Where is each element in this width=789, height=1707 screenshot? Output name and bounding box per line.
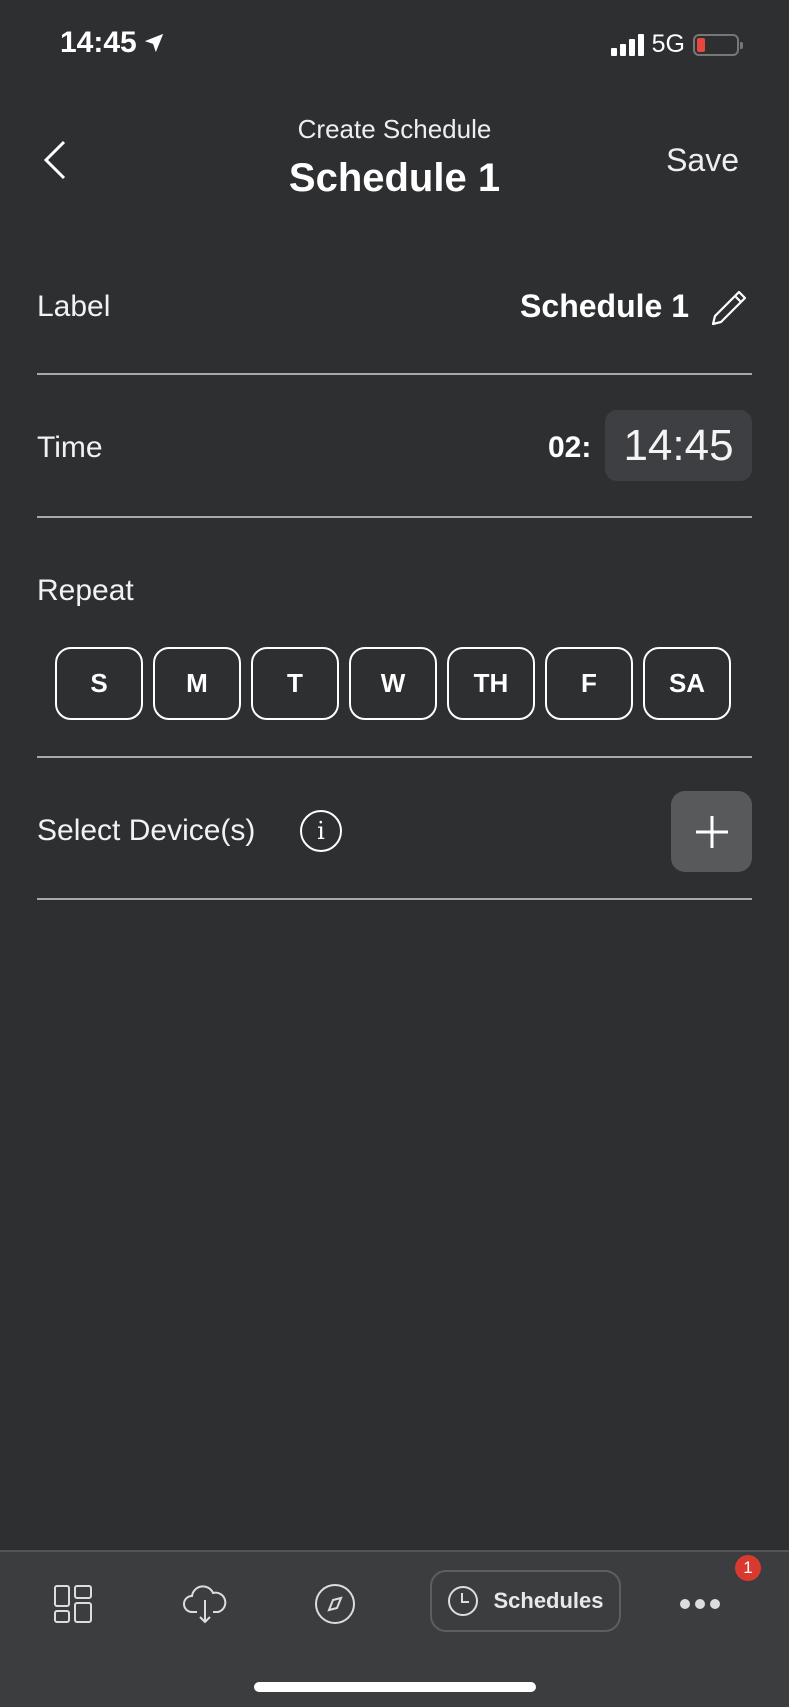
tab-more[interactable] — [675, 1574, 725, 1634]
compass-icon — [315, 1584, 355, 1624]
time-picker-partial[interactable]: 02: — [548, 431, 590, 465]
tab-cloud[interactable] — [178, 1574, 232, 1634]
time-picker[interactable]: 14:45 — [605, 410, 752, 481]
time-field-title: Time — [37, 431, 103, 464]
battery-icon — [693, 33, 743, 56]
status-indicators: 5G — [610, 30, 743, 59]
day-button-thursday[interactable]: TH — [447, 647, 535, 720]
info-icon[interactable]: i — [300, 810, 342, 852]
notification-badge: 1 — [735, 1555, 761, 1581]
save-button[interactable]: Save — [666, 142, 739, 179]
divider — [37, 756, 752, 758]
signal-icon — [610, 33, 644, 56]
label-value[interactable]: Schedule 1 — [520, 288, 689, 325]
more-icon — [680, 1599, 720, 1609]
divider — [37, 898, 752, 900]
day-selector: S M T W TH F SA — [55, 647, 731, 720]
pencil-icon[interactable] — [709, 288, 749, 328]
day-button-wednesday[interactable]: W — [349, 647, 437, 720]
dashboard-icon — [54, 1585, 92, 1623]
label-field-title: Label — [37, 290, 111, 323]
day-button-tuesday[interactable]: T — [251, 647, 339, 720]
tab-dashboard[interactable] — [48, 1574, 98, 1634]
day-button-friday[interactable]: F — [545, 647, 633, 720]
day-button-monday[interactable]: M — [153, 647, 241, 720]
add-device-button[interactable] — [671, 791, 752, 872]
plus-icon — [695, 815, 728, 848]
repeat-title: Repeat — [37, 574, 134, 607]
day-button-sunday[interactable]: S — [55, 647, 143, 720]
select-devices-title: Select Device(s) — [37, 814, 256, 847]
tab-explore[interactable] — [310, 1574, 360, 1634]
home-indicator — [254, 1682, 536, 1692]
day-button-saturday[interactable]: SA — [643, 647, 731, 720]
location-arrow-icon — [144, 33, 163, 53]
network-type: 5G — [651, 30, 685, 58]
tab-label: Schedules — [493, 1588, 604, 1613]
status-time: 14:45 — [60, 26, 165, 60]
tab-schedules[interactable]: Schedules — [430, 1570, 621, 1632]
divider — [37, 373, 752, 375]
clock-text: 14:45 — [60, 26, 137, 59]
header-subtitle: Create Schedule — [297, 114, 492, 144]
clock-icon — [448, 1586, 479, 1616]
cloud-download-icon — [183, 1585, 227, 1624]
divider — [37, 516, 752, 518]
